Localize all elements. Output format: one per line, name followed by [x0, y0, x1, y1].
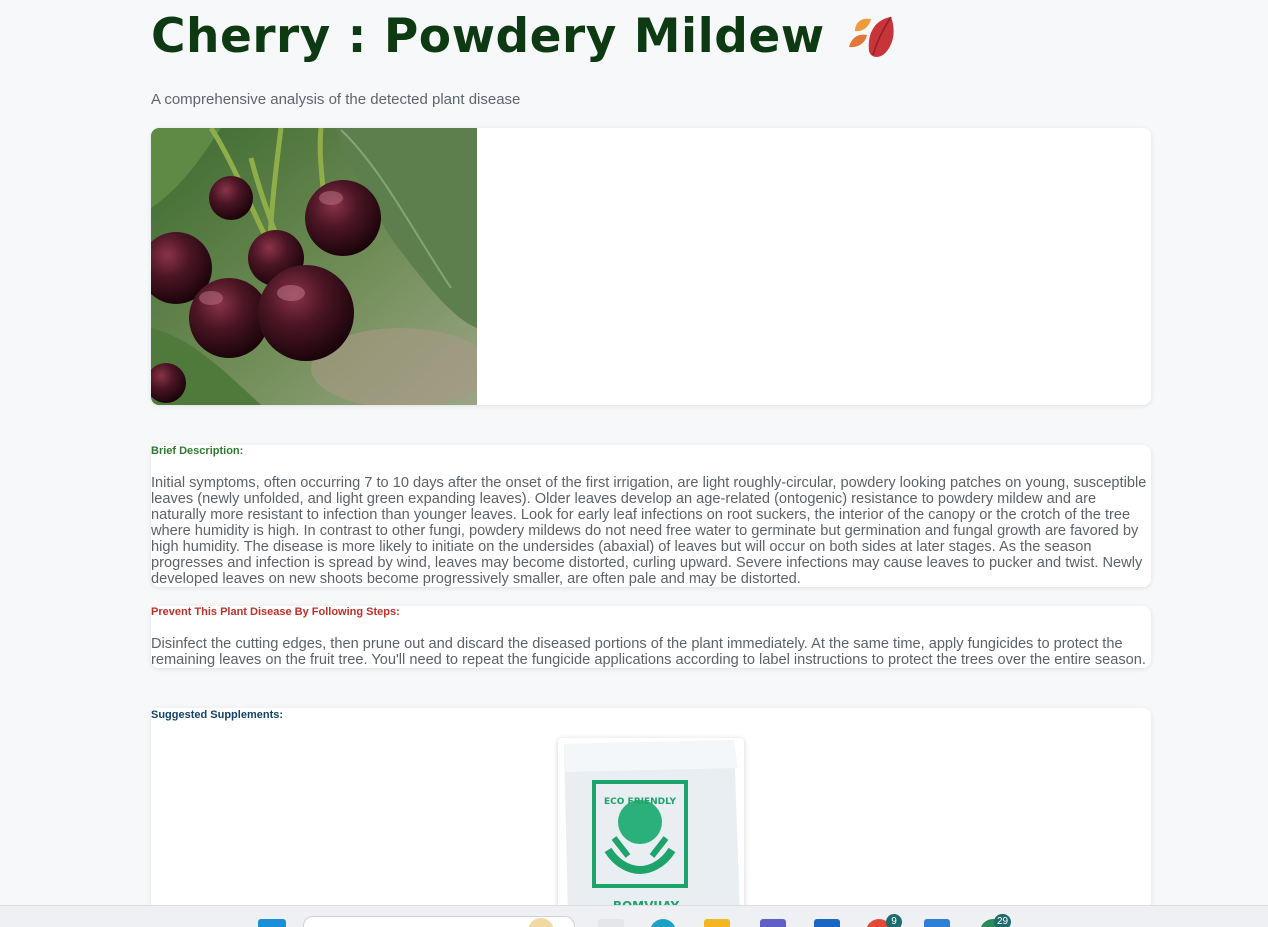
task-view-icon[interactable] [598, 919, 624, 927]
prevention-text: Disinfect the cutting edges, then prune … [151, 636, 1146, 668]
supplements-card: Suggested Supplements: ECO FRIENDLY BOMV… [151, 708, 1151, 918]
page-subtitle: A comprehensive analysis of the detected… [151, 91, 521, 108]
cherry-plant-photo [151, 128, 477, 405]
outlook-icon[interactable] [814, 919, 840, 927]
file-explorer-icon[interactable] [704, 919, 730, 927]
vscode-icon[interactable] [924, 919, 950, 927]
prevention-card: Prevent This Plant Disease By Following … [151, 606, 1151, 668]
disease-image-card [151, 128, 1151, 405]
brief-description-text: Initial symptoms, often occurring 7 to 1… [151, 475, 1147, 587]
brief-description-card: Brief Description: Initial symptoms, oft… [151, 445, 1151, 587]
page-title: Cherry : Powdery Mildew [151, 8, 825, 64]
brief-description-heading: Brief Description: [151, 445, 244, 457]
windows-start-icon[interactable] [258, 919, 286, 927]
product-logo-text: ECO FRIENDLY [604, 797, 676, 807]
edge-browser-icon[interactable] [650, 919, 676, 927]
teams-icon[interactable] [760, 919, 786, 927]
autumn-leaves-icon [847, 11, 897, 61]
notification-badge: 9 [886, 914, 902, 927]
supplement-product-image[interactable]: ECO FRIENDLY BOMVIJAY [558, 738, 744, 918]
notification-badge: 29 [994, 914, 1012, 927]
title-row: Cherry : Powdery Mildew [151, 6, 897, 66]
os-taskbar: 9 29 [0, 905, 1268, 927]
supplements-heading: Suggested Supplements: [151, 709, 284, 721]
prevention-heading: Prevent This Plant Disease By Following … [151, 606, 400, 618]
